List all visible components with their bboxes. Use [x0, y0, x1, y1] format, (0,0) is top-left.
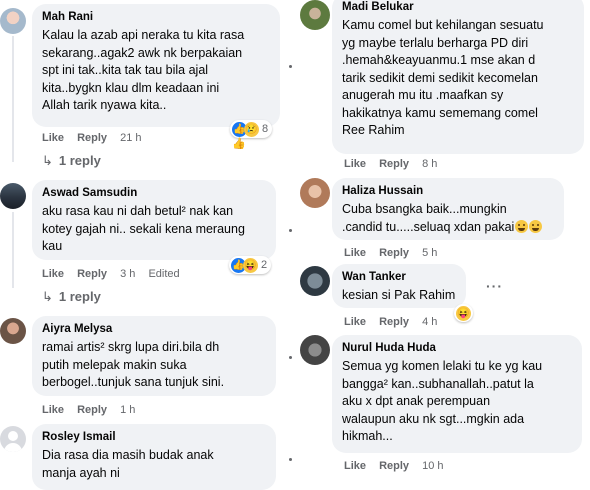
- like-button[interactable]: Like: [42, 404, 64, 416]
- comment-text: Semua yg komen lelaki tu ke yg kau bangg…: [342, 359, 543, 443]
- comment-bubble: Madi Belukar Kamu comel but kehilangan s…: [332, 0, 584, 154]
- more-options-dot[interactable]: [289, 458, 292, 461]
- comment-author[interactable]: Aswad Samsudin: [42, 186, 266, 201]
- reply-button[interactable]: Reply: [77, 132, 107, 144]
- haha-icon: 😝: [243, 257, 258, 273]
- comment-bubble: Nurul Huda Huda Semua yg komen lelaki tu…: [332, 335, 582, 453]
- comment-text: Cuba bsangka baik...mungkin .candid tu..…: [342, 201, 554, 236]
- sad-icon: 😢: [244, 121, 259, 137]
- comment-text: Kalau la azab api neraka tu kita rasa se…: [42, 28, 245, 112]
- comment-actions: Like Reply 4 h: [344, 315, 447, 329]
- reaction-count: 8: [262, 123, 269, 135]
- comment-author[interactable]: Madi Belukar: [342, 0, 574, 15]
- comment-text: ramai artis² skrg lupa diri.bila dh puti…: [42, 340, 225, 389]
- comment-actions: Like Reply 21 h: [42, 131, 152, 145]
- reply-button[interactable]: Reply: [77, 268, 107, 280]
- comment-bubble: Aiyra Melysa ramai artis² skrg lupa diri…: [32, 316, 276, 396]
- comment-author[interactable]: Rosley Ismail: [42, 430, 266, 445]
- like-button[interactable]: Like: [344, 460, 366, 472]
- reply-button[interactable]: Reply: [379, 158, 409, 170]
- like-button[interactable]: Like: [344, 316, 366, 328]
- avatar[interactable]: [0, 426, 26, 452]
- comment-timestamp[interactable]: 21 h: [120, 132, 141, 144]
- avatar[interactable]: [0, 183, 26, 209]
- more-options-dot[interactable]: [289, 356, 292, 359]
- comment-text: Kamu comel but kehilangan sesuatu yg may…: [342, 18, 544, 137]
- like-button[interactable]: Like: [42, 132, 64, 144]
- default-avatar-icon: [8, 431, 18, 441]
- more-options-dot[interactable]: [289, 65, 292, 68]
- replies-count: 1 reply: [58, 289, 101, 304]
- comment-actions: Like Reply 8 h: [344, 157, 447, 171]
- like-button[interactable]: Like: [42, 268, 64, 280]
- reply-button[interactable]: Reply: [379, 460, 409, 472]
- comment-text-line: Cuba bsangka baik...mungkin: [342, 202, 507, 216]
- comment-text-line: .candid tu.....seluaq xdan pakai: [342, 219, 515, 234]
- comment-timestamp[interactable]: 5 h: [422, 247, 437, 259]
- more-options-dot[interactable]: [289, 229, 292, 232]
- comment-bubble: Haliza Hussain Cuba bsangka baik...mungk…: [332, 178, 564, 240]
- comment-actions: Like Reply 1 h: [42, 403, 145, 417]
- edited-label: Edited: [148, 268, 180, 280]
- thread-line: [12, 36, 14, 162]
- like-button[interactable]: Like: [344, 158, 366, 170]
- comment-actions: Like Reply 3 h Edited: [42, 267, 190, 281]
- comment-timestamp[interactable]: 1 h: [120, 404, 135, 416]
- view-replies-link[interactable]: ↳ 1 reply: [42, 153, 101, 169]
- comment-actions: Like Reply 10 h: [344, 459, 454, 473]
- rofl-emoji-icon: [515, 219, 529, 233]
- comment-author[interactable]: Nurul Huda Huda: [342, 341, 572, 356]
- replies-count: 1 reply: [58, 153, 101, 168]
- comment-text: Dia rasa dia masih budak anak manja ayah…: [42, 448, 214, 480]
- reaction-summary[interactable]: 👍 😝 2: [229, 256, 272, 274]
- avatar[interactable]: [300, 0, 330, 30]
- comment-bubble: Mah Rani Kalau la azab api neraka tu kit…: [32, 4, 280, 127]
- comment-bubble: Rosley Ismail Dia rasa dia masih budak a…: [32, 424, 276, 490]
- comment-text: aku rasa kau ni dah betul² nak kan kotey…: [42, 204, 245, 253]
- thread-line: [12, 212, 14, 288]
- avatar[interactable]: [300, 266, 330, 296]
- comment-author[interactable]: Wan Tanker: [342, 270, 456, 285]
- comment-author[interactable]: Aiyra Melysa: [42, 322, 266, 337]
- comment-timestamp[interactable]: 8 h: [422, 158, 437, 170]
- comment-bubble: Aswad Samsudin aku rasa kau ni dah betul…: [32, 180, 276, 260]
- comment-timestamp[interactable]: 10 h: [422, 460, 443, 472]
- view-replies-link[interactable]: ↳ 1 reply: [42, 289, 101, 305]
- comment-author[interactable]: Mah Rani: [42, 10, 270, 25]
- comment-author[interactable]: Haliza Hussain: [342, 184, 554, 199]
- more-options-icon[interactable]: ···: [486, 278, 503, 294]
- comment-timestamp[interactable]: 3 h: [120, 268, 135, 280]
- comment-bubble: Wan Tanker kesian si Pak Rahim: [332, 264, 466, 308]
- reaction-summary[interactable]: 😝: [454, 304, 473, 322]
- comment-actions: Like Reply 5 h: [344, 246, 447, 260]
- reply-button[interactable]: Reply: [77, 404, 107, 416]
- avatar[interactable]: [0, 318, 26, 344]
- reply-button[interactable]: Reply: [379, 247, 409, 259]
- reply-arrow-icon: ↳: [42, 289, 53, 304]
- comment-text: kesian si Pak Rahim: [342, 288, 456, 302]
- like-button[interactable]: Like: [344, 247, 366, 259]
- avatar[interactable]: [0, 8, 26, 34]
- rofl-emoji-icon: [529, 219, 543, 233]
- reaction-summary[interactable]: 👍 😢 8: [230, 120, 273, 138]
- reply-arrow-icon: ↳: [42, 153, 53, 168]
- avatar[interactable]: [300, 178, 330, 208]
- haha-icon: 😝: [456, 305, 471, 321]
- reaction-count: 2: [261, 259, 268, 271]
- reply-button[interactable]: Reply: [379, 316, 409, 328]
- avatar[interactable]: [300, 335, 330, 365]
- comment-timestamp[interactable]: 4 h: [422, 316, 437, 328]
